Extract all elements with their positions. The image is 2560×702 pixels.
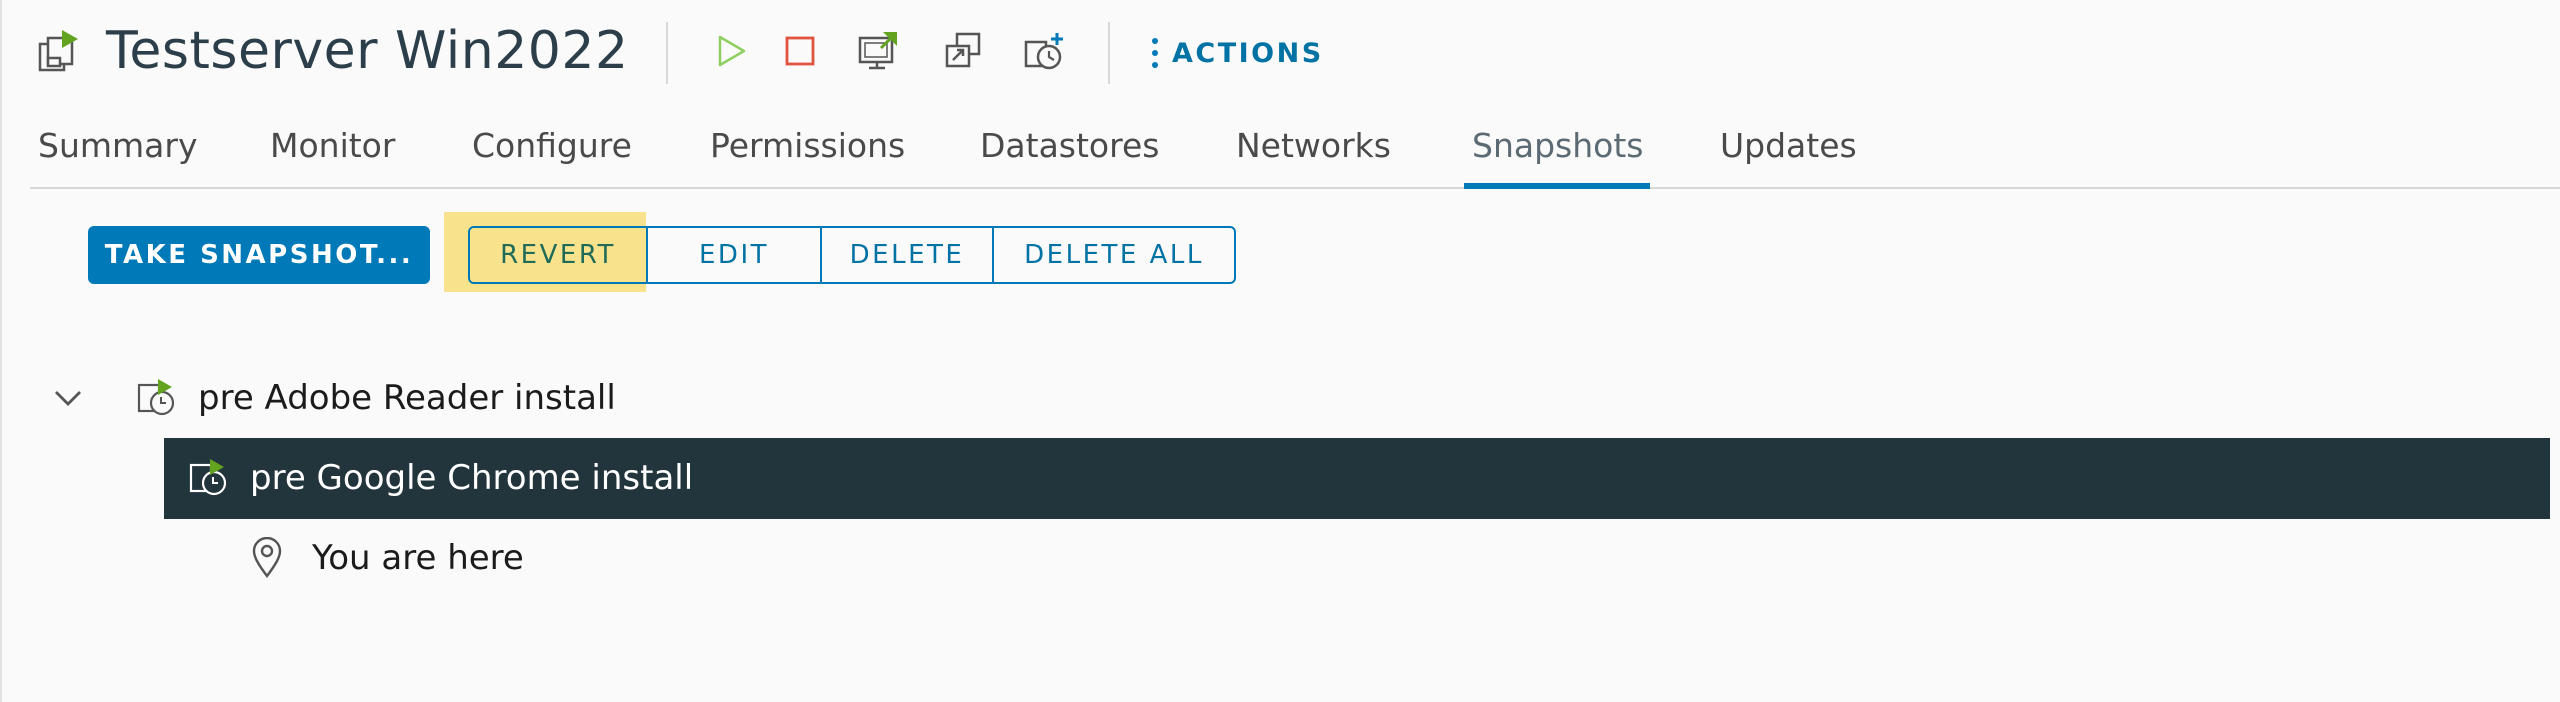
toolbar-divider	[666, 22, 668, 84]
toolbar-divider	[1108, 22, 1110, 84]
location-pin-icon	[250, 537, 284, 579]
vm-header: Testserver Win2022 ACTIONS	[2, 0, 2560, 105]
tree-item-selected[interactable]: pre Google Chrome install	[164, 438, 2550, 519]
tab-permissions[interactable]: Permissions	[710, 115, 905, 185]
tab-datastores[interactable]: Datastores	[980, 115, 1159, 185]
edit-button[interactable]: EDIT	[648, 228, 822, 282]
delete-all-button[interactable]: DELETE ALL	[994, 228, 1234, 282]
tab-monitor[interactable]: Monitor	[270, 115, 395, 185]
snapshot-icon	[136, 377, 178, 419]
tab-summary[interactable]: Summary	[38, 115, 197, 185]
tree-item-root[interactable]: pre Adobe Reader install	[50, 358, 616, 438]
tab-bar: Summary Monitor Configure Permissions Da…	[30, 115, 2560, 189]
actions-menu-button[interactable]: ACTIONS	[1152, 30, 1324, 76]
tab-snapshots[interactable]: Snapshots	[1472, 115, 1643, 185]
tab-updates[interactable]: Updates	[1720, 115, 1857, 185]
tree-item-label: pre Adobe Reader install	[198, 378, 616, 418]
tree-item-current-state: You are here	[250, 518, 524, 598]
vertical-ellipsis-icon	[1152, 38, 1158, 68]
power-on-icon[interactable]	[710, 28, 754, 74]
tree-item-label: pre Google Chrome install	[250, 458, 694, 498]
tab-configure[interactable]: Configure	[472, 115, 632, 185]
snapshot-action-group: REVERT EDIT DELETE DELETE ALL	[468, 226, 1236, 284]
snapshot-manage-icon[interactable]	[1022, 28, 1066, 74]
vm-title: Testserver Win2022	[106, 21, 629, 81]
launch-console-icon[interactable]	[856, 28, 900, 74]
tree-item-label: You are here	[312, 538, 524, 578]
snapshot-icon	[188, 457, 230, 499]
vm-icon	[38, 28, 84, 76]
chevron-down-icon[interactable]	[50, 388, 86, 408]
delete-button[interactable]: DELETE	[822, 228, 994, 282]
take-snapshot-button[interactable]: TAKE SNAPSHOT...	[88, 226, 430, 284]
actions-label: ACTIONS	[1172, 37, 1324, 69]
revert-button[interactable]: REVERT	[470, 228, 648, 282]
active-tab-indicator	[1464, 183, 1650, 189]
migrate-icon[interactable]	[942, 28, 986, 74]
power-off-icon[interactable]	[778, 28, 822, 74]
tab-networks[interactable]: Networks	[1236, 115, 1391, 185]
